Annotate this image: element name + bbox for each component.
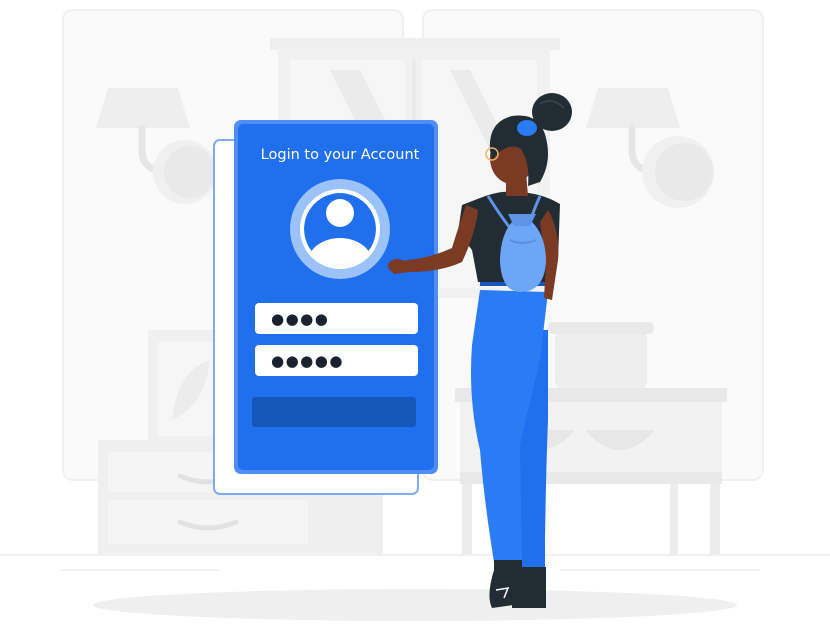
dresser-left-drawer-2 bbox=[108, 500, 308, 544]
side-table-leg-mid bbox=[670, 484, 678, 556]
login-title: Login to your Account bbox=[261, 147, 420, 163]
wall-lamp-right-base-inner bbox=[655, 143, 713, 201]
woman-hair-tie bbox=[517, 120, 537, 136]
side-table-leg-right bbox=[710, 484, 720, 556]
wall-lamp-left-base-inner bbox=[164, 146, 216, 198]
pot bbox=[555, 328, 647, 390]
wall-lamp-right-shade bbox=[586, 88, 680, 128]
wall-lamp-left-shade bbox=[96, 88, 190, 128]
side-table-leg-left bbox=[462, 484, 472, 556]
pot-lid bbox=[548, 322, 654, 334]
login-button[interactable] bbox=[252, 397, 416, 427]
backpack bbox=[500, 222, 546, 292]
woman-hair-bun bbox=[532, 93, 572, 131]
password-field-1-value: ●●●● bbox=[271, 310, 329, 328]
password-field-2-value: ●●●●● bbox=[271, 352, 344, 370]
ground-shadow bbox=[93, 589, 737, 621]
login-card: Login to your Account ●●●● ●●●●● bbox=[213, 120, 438, 495]
woman-sock-front bbox=[494, 560, 522, 570]
woman-sock-back bbox=[522, 567, 546, 577]
login-illustration: Login to your Account ●●●● ●●●●● bbox=[0, 9, 830, 621]
woman-hand bbox=[388, 259, 406, 273]
